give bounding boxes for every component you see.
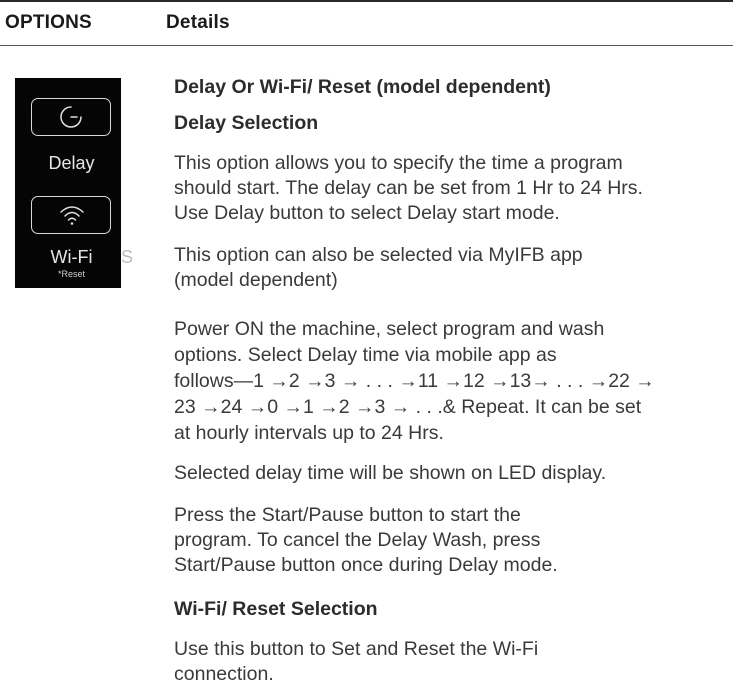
delay-selection-heading: Delay Selection (174, 112, 319, 134)
header-rule (0, 45, 733, 46)
wifi-label: Wi-Fi (50, 247, 93, 267)
clock-power-icon (60, 106, 82, 128)
options-column-header: OPTIONS (5, 12, 92, 33)
start-pause-instructions: Press the Start/Pause button to start th… (174, 504, 558, 576)
wifi-reset-heading: Wi-Fi/ Reset Selection (174, 598, 378, 620)
partial-label: S (121, 247, 134, 267)
top-rule (0, 0, 733, 2)
led-note: Selected delay time will be shown on LED… (174, 462, 607, 484)
reset-label: *Reset (57, 269, 85, 279)
app-note: This option can also be selected via MyI… (174, 244, 583, 291)
details-column-header: Details (166, 12, 230, 33)
control-panel-image: Delay Wi-Fi *Reset S (15, 78, 133, 288)
delay-label: Delay (48, 153, 95, 173)
section-title: Delay Or Wi-Fi/ Reset (model dependent) (174, 76, 551, 98)
wifi-icon (60, 206, 84, 225)
wifi-button (31, 196, 111, 234)
delay-description: This option allows you to specify the ti… (174, 152, 643, 224)
delay-button (31, 98, 111, 136)
wifi-description: Use this button to Set and Reset the Wi-… (174, 638, 539, 685)
app-instructions: Power ON the machine, select program and… (174, 318, 655, 444)
